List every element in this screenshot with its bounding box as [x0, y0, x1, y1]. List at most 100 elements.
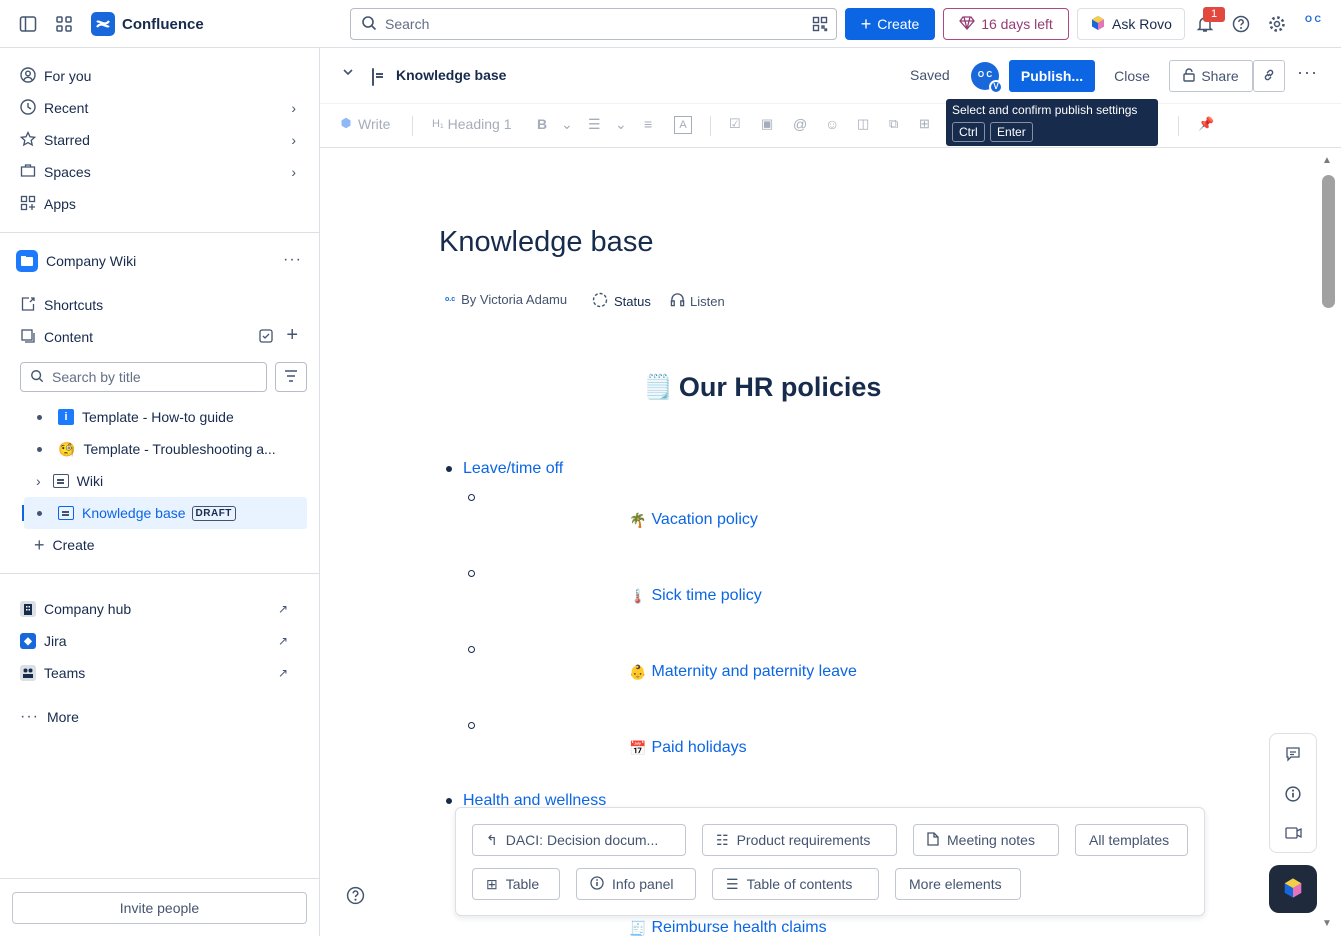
sidebar-item-jira[interactable]: ◆ Jira ↗ — [10, 625, 310, 657]
sidebar-item-spaces[interactable]: Spaces › — [10, 156, 310, 188]
divider — [0, 573, 319, 574]
video-icon[interactable] — [1285, 826, 1302, 843]
external-link-icon[interactable]: ↗ — [278, 666, 288, 680]
align-icon[interactable]: ≡ — [644, 116, 652, 132]
sidebar-item-company-hub[interactable]: Company hub ↗ — [10, 593, 310, 625]
text-color-icon[interactable]: A — [674, 116, 692, 134]
mention-icon[interactable]: @ — [793, 116, 807, 132]
checkbox-icon[interactable]: ☑ — [729, 116, 741, 132]
chevron-right-icon[interactable]: › — [291, 164, 296, 180]
trial-button[interactable]: 16 days left — [943, 8, 1069, 40]
link-reimburse-health-claims[interactable]: Reimburse health claims — [651, 919, 826, 936]
bullet — [37, 510, 42, 516]
tree-item-how-to-guide[interactable]: i Template - How-to guide — [24, 401, 307, 433]
list-item[interactable]: 👶 Maternity and paternity leave — [629, 663, 857, 681]
link-vacation-policy[interactable]: Vacation policy — [651, 511, 757, 529]
filter-button[interactable] — [275, 362, 307, 392]
list-item[interactable]: 🌴 Vacation policy — [629, 511, 758, 529]
notepad-emoji: 🗒️ — [643, 374, 673, 401]
close-button[interactable]: Close — [1106, 60, 1158, 92]
list-item[interactable]: 🌡️ Sick time policy — [629, 587, 762, 605]
template-meeting-notes-button[interactable]: Meeting notes — [913, 824, 1059, 856]
copy-link-button[interactable] — [1253, 60, 1285, 92]
help-icon[interactable] — [346, 886, 366, 906]
sidebar-item-for-you[interactable]: For you — [10, 60, 310, 92]
emoji-icon[interactable]: ☺ — [825, 116, 839, 132]
tree-item-knowledge-base[interactable]: Knowledge base DRAFT — [22, 497, 307, 529]
sidebar-item-content[interactable]: Content + — [10, 321, 310, 353]
invite-people-button[interactable]: Invite people — [12, 892, 307, 924]
template-daci-button[interactable]: ↰ DACI: Decision docum... — [472, 824, 686, 856]
list-item[interactable]: 🧾 Reimburse health claims — [629, 919, 827, 936]
space-header[interactable]: Company Wiki ··· — [14, 245, 314, 277]
insert-info-panel-button[interactable]: Info panel — [576, 868, 696, 900]
status-button[interactable]: Status — [592, 292, 651, 311]
sidebar-item-teams[interactable]: Teams ↗ — [10, 657, 310, 689]
embed-icon[interactable]: ⧉ — [889, 116, 898, 132]
image-icon[interactable]: ▣ — [761, 116, 773, 132]
link-leave-time-off[interactable]: Leave/time off — [463, 460, 563, 478]
right-action-rail — [1269, 733, 1317, 853]
link-paid-holidays[interactable]: Paid holidays — [651, 739, 746, 757]
more-actions-icon[interactable]: ··· — [1297, 62, 1318, 83]
qr-scan-icon[interactable] — [812, 16, 828, 35]
sidebar-toggle-icon[interactable] — [18, 14, 38, 34]
sidebar-item-recent[interactable]: Recent › — [10, 92, 310, 124]
external-link-icon[interactable]: ↗ — [278, 634, 288, 648]
template-product-requirements-button[interactable]: ☷ Product requirements — [702, 824, 897, 856]
write-button[interactable]: Write — [340, 116, 390, 132]
user-avatar[interactable]: O C — [1300, 14, 1326, 36]
pin-icon[interactable]: 📌 — [1198, 116, 1214, 132]
ask-rovo-button[interactable]: Ask Rovo — [1077, 8, 1185, 40]
breadcrumb-title[interactable]: Knowledge base — [396, 67, 506, 83]
more-actions-icon[interactable]: ··· — [283, 251, 302, 269]
scrollbar-thumb[interactable] — [1322, 175, 1335, 308]
external-link-icon[interactable]: ↗ — [278, 602, 288, 616]
chevron-down-icon[interactable]: ⌄ — [561, 116, 573, 133]
create-content-icon[interactable] — [259, 329, 274, 347]
create-page-button[interactable]: + Create — [24, 529, 324, 561]
add-icon[interactable]: + — [286, 324, 298, 347]
confluence-logo[interactable]: Confluence — [91, 12, 204, 36]
sidebar-item-more[interactable]: ··· More — [10, 701, 310, 733]
share-button[interactable]: Share — [1169, 60, 1253, 92]
bold-icon[interactable]: B — [537, 116, 547, 132]
create-button[interactable]: + Create — [845, 8, 935, 40]
help-icon[interactable] — [1232, 15, 1250, 33]
tree-item-troubleshooting[interactable]: 🧐 Template - Troubleshooting a... — [24, 433, 307, 465]
search-input[interactable]: Search — [350, 8, 837, 40]
insert-table-of-contents-button[interactable]: ☰ Table of contents — [712, 868, 879, 900]
publish-button[interactable]: Publish... — [1009, 60, 1095, 92]
sidebar-item-shortcuts[interactable]: Shortcuts — [10, 289, 310, 321]
tree-item-wiki[interactable]: › Wiki — [24, 465, 307, 497]
page-title[interactable]: Knowledge base — [439, 226, 653, 259]
comment-icon[interactable] — [1285, 746, 1301, 765]
table-icon[interactable]: ⊞ — [919, 116, 930, 132]
link-sick-time-policy[interactable]: Sick time policy — [651, 587, 761, 605]
sidebar-item-starred[interactable]: Starred › — [10, 124, 310, 156]
chevron-down-icon[interactable]: ⌄ — [615, 116, 627, 133]
all-templates-button[interactable]: All templates — [1075, 824, 1188, 856]
list-item[interactable]: 📅 Paid holidays — [629, 739, 747, 757]
more-dots-icon: ··· — [20, 708, 39, 725]
search-by-title-input[interactable]: Search by title — [20, 362, 267, 392]
scroll-up-arrow[interactable]: ▲ — [1322, 155, 1336, 167]
text-style-dropdown[interactable]: H₁ Heading 1 — [432, 116, 511, 132]
insert-table-button[interactable]: ⊞ Table — [472, 868, 560, 900]
bullet-list-icon[interactable]: ☰ — [588, 116, 601, 133]
chevron-right-icon[interactable]: › — [291, 132, 296, 148]
byline: o.c By Victoria Adamu — [445, 292, 567, 307]
sidebar-item-apps[interactable]: Apps — [10, 188, 310, 220]
link-maternity-paternity-leave[interactable]: Maternity and paternity leave — [651, 663, 856, 681]
info-icon[interactable] — [1285, 786, 1301, 805]
rovo-chat-button[interactable] — [1269, 865, 1317, 913]
more-elements-button[interactable]: More elements — [895, 868, 1021, 900]
chevron-right-icon[interactable]: › — [291, 100, 296, 116]
chevron-right-icon[interactable]: › — [36, 473, 41, 489]
listen-button[interactable]: Listen — [670, 292, 725, 310]
settings-gear-icon[interactable] — [1268, 15, 1286, 33]
app-switcher-icon[interactable] — [54, 14, 74, 34]
scroll-down-arrow[interactable]: ▼ — [1322, 918, 1336, 930]
chevron-down-icon[interactable] — [342, 66, 354, 81]
layout-icon[interactable]: ◫ — [857, 116, 869, 132]
